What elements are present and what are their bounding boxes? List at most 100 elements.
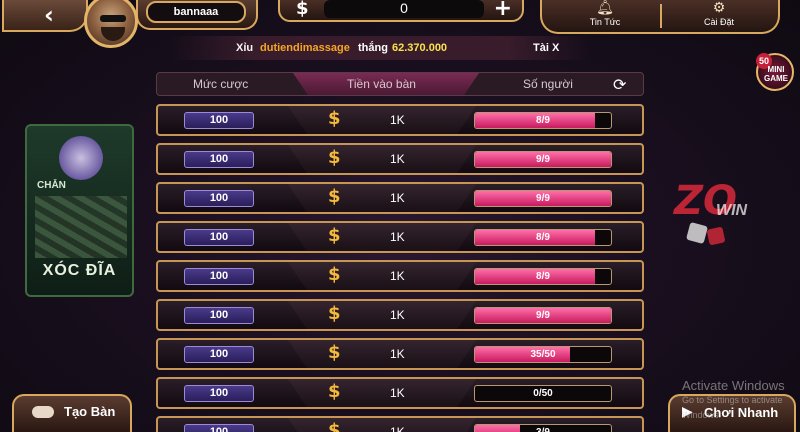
refresh-icon[interactable]: ⟳ (613, 74, 626, 96)
table-row[interactable]: 100 $1K 8/9 (156, 104, 644, 136)
table-row[interactable]: 100 $1K 9/9 (156, 182, 644, 214)
dice-icon (706, 226, 726, 246)
player-count: 9/9 (536, 154, 550, 165)
username: bannaaa (146, 1, 246, 23)
entry-cell (288, 379, 476, 407)
header-table-entry[interactable]: Tiền vào bàn (347, 73, 416, 95)
dollar-icon: $ (328, 342, 341, 363)
dollar-icon: $ (328, 303, 341, 324)
create-table-button[interactable]: Tạo Bàn (12, 394, 132, 432)
bowl-icon (59, 136, 103, 180)
avatar-glasses (100, 15, 126, 22)
entry-amount: 1K (390, 425, 405, 432)
table-row[interactable]: 100 $1K 0/50 (156, 377, 644, 409)
tab-news-label: Tin Tức (589, 17, 621, 27)
bet-level: 100 (184, 307, 254, 324)
table-row[interactable]: 100 $1K 9/9 (156, 143, 644, 175)
tab-settings-label: Cài Đặt (703, 17, 734, 27)
ticker-verb: thắng (358, 42, 388, 54)
bet-level: 100 (184, 268, 254, 285)
balance-panel: $ 0 + (278, 0, 524, 22)
dollar-icon: $ (328, 381, 341, 402)
table-row[interactable]: 100 $1K 8/9 (156, 221, 644, 253)
avatar[interactable] (84, 0, 138, 48)
money-decoration (35, 196, 127, 258)
entry-cell (288, 262, 476, 290)
ticker-game: Tài X (533, 42, 560, 54)
activation-watermark: Activate Windows Go to Settings to activ… (682, 378, 800, 423)
player-progress: 3/9 (474, 424, 612, 432)
entry-cell (288, 340, 476, 368)
tab-divider (660, 4, 662, 28)
banner-title: XÓC ĐĨA (42, 262, 117, 279)
player-count: 35/50 (530, 349, 556, 360)
player-progress: 9/9 (474, 151, 612, 168)
create-table-label: Tạo Bàn (64, 404, 116, 419)
avatar-beard (101, 27, 125, 41)
bet-level: 100 (184, 424, 254, 432)
entry-amount: 1K (390, 269, 405, 283)
dollar-icon: $ (296, 0, 309, 19)
ticker-player: dutiendimassage (260, 42, 350, 54)
bet-level: 100 (184, 190, 254, 207)
dollar-icon: $ (328, 186, 341, 207)
dollar-icon: $ (328, 264, 341, 285)
table-row[interactable]: 100 $1K 9/9 (156, 299, 644, 331)
logo-sub: WIN (716, 202, 748, 219)
dollar-icon: $ (328, 225, 341, 246)
balance-value: 0 (324, 0, 484, 18)
bet-level: 100 (184, 385, 254, 402)
bet-level: 100 (184, 346, 254, 363)
player-progress: 9/9 (474, 190, 612, 207)
tab-settings[interactable]: ⚙ Cài Đặt (664, 0, 774, 32)
bet-level: 100 (184, 112, 254, 129)
dollar-icon: $ (328, 420, 341, 432)
dollar-icon: $ (328, 147, 341, 168)
add-funds-button[interactable]: + (494, 0, 512, 21)
watermark-subtitle: Go to Settings to activate Windows. (682, 395, 783, 420)
entry-amount: 1K (390, 113, 405, 127)
dice-icon (685, 221, 709, 245)
entry-cell (288, 145, 476, 173)
entry-amount: 1K (390, 191, 405, 205)
entry-amount: 1K (390, 308, 405, 322)
table-row[interactable]: 100 $1K 3/9 (156, 416, 644, 432)
back-button[interactable]: ‹ (2, 0, 88, 32)
table-icon (32, 406, 54, 418)
player-count: 9/9 (536, 193, 550, 204)
entry-amount: 1K (390, 347, 405, 361)
player-count: 8/9 (536, 232, 550, 243)
gear-icon: ⚙ (712, 0, 726, 16)
win-ticker: Xỉu dutiendimassage thắng 62.370.000 Tài… (170, 36, 590, 60)
table-row[interactable]: 100 $1K 35/50 (156, 338, 644, 370)
player-count: 8/9 (536, 271, 550, 282)
player-count: 9/9 (536, 310, 550, 321)
player-progress: 8/9 (474, 268, 612, 285)
player-progress: 35/50 (474, 346, 612, 363)
game-banner[interactable]: CHẴN XÓC ĐĨA (25, 124, 134, 297)
table-rows: 100 $1K 8/9 100 $1K 9/9 100 $1K 9/9 100 $1K 8/9 100 $… (156, 104, 644, 432)
mini-game-button[interactable]: 50 MINI GAME (756, 53, 794, 91)
entry-cell (288, 184, 476, 212)
ticker-prefix: Xỉu (236, 42, 254, 54)
entry-cell (288, 223, 476, 251)
chevron-left-icon: ‹ (44, 1, 54, 29)
header-player-count[interactable]: Số người (523, 73, 573, 95)
zowin-logo: ZO WIN (668, 176, 778, 252)
table-header: Mức cược Tiền vào bàn Số người ⟳ (156, 72, 644, 96)
entry-cell (288, 301, 476, 329)
player-count: 0/50 (533, 388, 553, 399)
entry-amount: 1K (390, 230, 405, 244)
table-row[interactable]: 100 $1K 8/9 (156, 260, 644, 292)
tab-news[interactable]: 🔔︎ Tin Tức (550, 0, 660, 32)
entry-amount: 1K (390, 152, 405, 166)
header-bet-level[interactable]: Mức cược (193, 73, 248, 95)
player-progress: 9/9 (474, 307, 612, 324)
banner-chan-label: CHẴN (37, 180, 66, 191)
bell-icon: 🔔︎ (596, 0, 614, 16)
player-count: 3/9 (475, 425, 611, 432)
ticker-amount: 62.370.000 (392, 42, 448, 54)
entry-amount: 1K (390, 386, 405, 400)
bet-level: 100 (184, 151, 254, 168)
player-progress: 8/9 (474, 229, 612, 246)
